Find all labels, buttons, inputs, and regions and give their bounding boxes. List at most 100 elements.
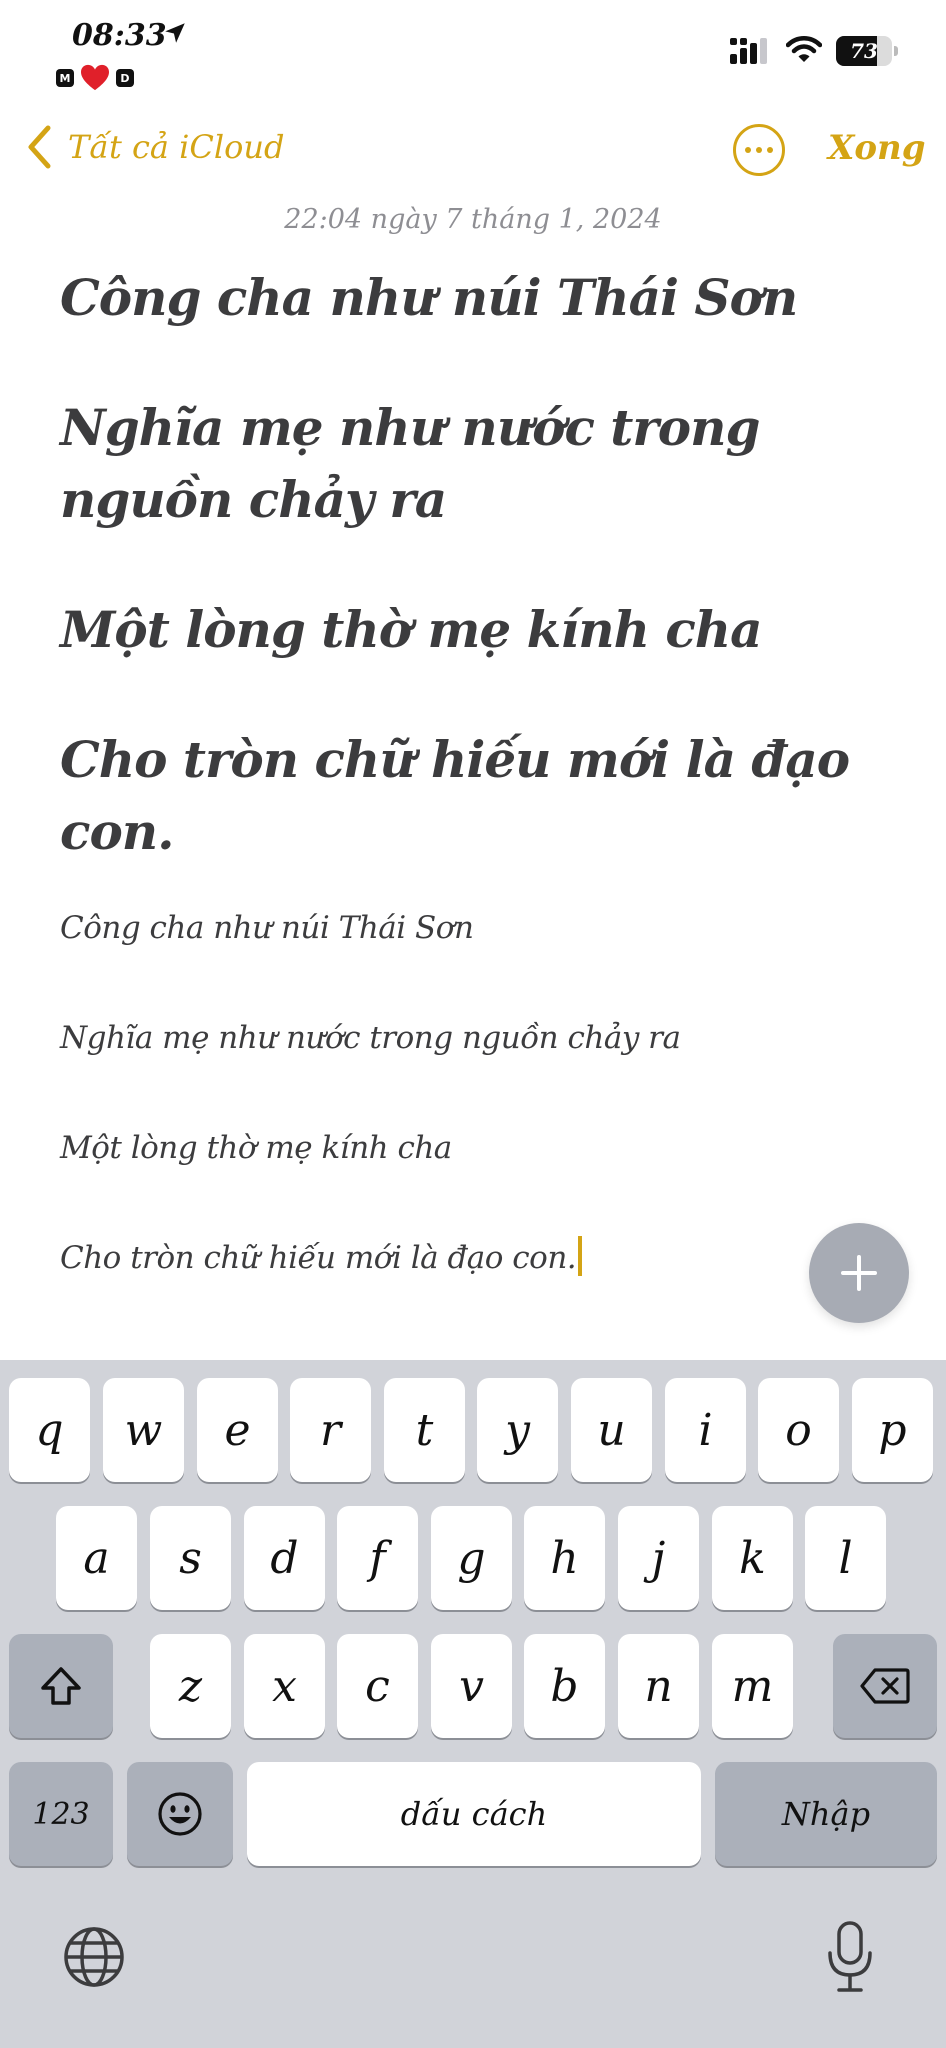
key-label: d: [270, 1532, 299, 1584]
key-label: r: [319, 1404, 342, 1456]
key-label: x: [272, 1660, 297, 1712]
key-label: c: [365, 1660, 390, 1712]
key-h[interactable]: h: [524, 1506, 605, 1610]
shift-key[interactable]: [9, 1634, 113, 1738]
key-label: i: [698, 1404, 713, 1456]
key-label: v: [459, 1660, 484, 1712]
key-label: l: [838, 1532, 853, 1584]
text-cursor: [578, 1236, 583, 1276]
key-s[interactable]: s: [150, 1506, 231, 1610]
status-bar: 08:33 M D 73: [0, 0, 946, 100]
ellipsis-icon: [745, 147, 751, 153]
cellular-signal-icon: [730, 38, 767, 64]
note-body-line: Công cha như núi Thái Sơn: [60, 910, 474, 946]
navigation-bar: Tất cả iCloud Xong: [0, 110, 946, 190]
battery-body: 73: [836, 36, 892, 66]
backspace-key[interactable]: [833, 1634, 937, 1738]
key-u[interactable]: u: [571, 1378, 652, 1482]
return-key[interactable]: Nhập: [715, 1762, 937, 1866]
key-label: t: [415, 1404, 434, 1456]
key-v[interactable]: v: [431, 1634, 512, 1738]
key-label: p: [878, 1404, 907, 1456]
space-key-label: dấu cách: [400, 1795, 548, 1833]
numbers-key[interactable]: 123: [9, 1762, 113, 1866]
key-e[interactable]: e: [197, 1378, 278, 1482]
back-button-label: Tất cả iCloud: [68, 128, 285, 166]
key-g[interactable]: g: [431, 1506, 512, 1610]
note-heading-line: Công cha như núi Thái Sơn: [60, 268, 798, 327]
status-time: 08:33: [72, 18, 167, 53]
key-label: q: [35, 1404, 64, 1456]
key-label: k: [739, 1532, 766, 1584]
more-options-button[interactable]: [733, 124, 785, 176]
note-body-line-text: Cho tròn chữ hiếu mới là đạo con.: [60, 1240, 577, 1276]
chevron-left-icon: [28, 125, 51, 169]
key-w[interactable]: w: [103, 1378, 184, 1482]
key-label: w: [124, 1404, 163, 1456]
microphone-icon[interactable]: [825, 1920, 875, 1994]
focus-badge-m: M: [56, 69, 74, 87]
plus-icon: [841, 1255, 877, 1291]
note-body-line: Một lòng thờ mẹ kính cha: [60, 1130, 452, 1166]
note-heading-line: Cho tròn chữ hiếu mới là đạo con.: [60, 730, 850, 861]
keyboard: q w e r t y u i o p a s d f g h j k l z …: [0, 1360, 946, 2048]
key-n[interactable]: n: [618, 1634, 699, 1738]
space-key[interactable]: dấu cách: [247, 1762, 701, 1866]
back-button[interactable]: Tất cả iCloud: [26, 124, 284, 170]
key-o[interactable]: o: [758, 1378, 839, 1482]
globe-icon[interactable]: [62, 1925, 126, 1989]
key-label: h: [550, 1532, 579, 1584]
key-c[interactable]: c: [337, 1634, 418, 1738]
key-f[interactable]: f: [337, 1506, 418, 1610]
note-body-line: Nghĩa mẹ như nước trong nguồn chảy ra: [60, 1020, 681, 1056]
key-label: j: [651, 1532, 666, 1584]
key-p[interactable]: p: [852, 1378, 933, 1482]
done-button[interactable]: Xong: [828, 128, 926, 168]
battery-indicator: 73: [836, 36, 898, 66]
add-button[interactable]: [809, 1223, 909, 1323]
key-t[interactable]: t: [384, 1378, 465, 1482]
key-label: f: [369, 1532, 386, 1584]
key-l[interactable]: l: [805, 1506, 886, 1610]
key-b[interactable]: b: [524, 1634, 605, 1738]
note-heading-line: Nghĩa mẹ như nước trong nguồn chảy ra: [60, 398, 760, 529]
key-label: y: [505, 1404, 530, 1456]
location-arrow-icon: [165, 23, 185, 43]
key-k[interactable]: k: [712, 1506, 793, 1610]
key-i[interactable]: i: [665, 1378, 746, 1482]
focus-badge-d: D: [116, 69, 134, 87]
battery-percent: 73: [850, 39, 878, 63]
numbers-key-label: 123: [32, 1796, 90, 1832]
key-label: a: [83, 1532, 110, 1584]
note-headings[interactable]: Công cha như núi Thái Sơn Nghĩa mẹ như n…: [60, 262, 890, 868]
key-y[interactable]: y: [477, 1378, 558, 1482]
key-m[interactable]: m: [712, 1634, 793, 1738]
focus-badges: M D: [56, 64, 134, 92]
key-a[interactable]: a: [56, 1506, 137, 1610]
key-label: g: [457, 1532, 486, 1584]
wifi-icon: [786, 36, 822, 62]
key-z[interactable]: z: [150, 1634, 231, 1738]
key-label: n: [644, 1660, 673, 1712]
key-j[interactable]: j: [618, 1506, 699, 1610]
key-d[interactable]: d: [244, 1506, 325, 1610]
key-label: b: [550, 1660, 579, 1712]
key-label: z: [178, 1660, 203, 1712]
key-label: s: [179, 1532, 202, 1584]
key-label: o: [785, 1404, 812, 1456]
battery-cap: [894, 46, 898, 56]
key-label: m: [731, 1660, 774, 1712]
shift-icon: [41, 1667, 81, 1705]
key-label: e: [224, 1404, 251, 1456]
note-date: 22:04 ngày 7 tháng 1, 2024: [284, 204, 662, 235]
key-q[interactable]: q: [9, 1378, 90, 1482]
key-label: u: [597, 1404, 626, 1456]
heart-icon: [81, 64, 109, 91]
emoji-icon: [158, 1792, 202, 1836]
emoji-key[interactable]: [127, 1762, 233, 1866]
key-r[interactable]: r: [290, 1378, 371, 1482]
note-heading-line: Một lòng thờ mẹ kính cha: [60, 600, 763, 659]
note-body-lines[interactable]: Công cha như núi Thái Sơn Nghĩa mẹ như n…: [60, 900, 820, 1286]
key-x[interactable]: x: [244, 1634, 325, 1738]
note-body-line-last: Cho tròn chữ hiếu mới là đạo con.: [60, 1230, 820, 1286]
